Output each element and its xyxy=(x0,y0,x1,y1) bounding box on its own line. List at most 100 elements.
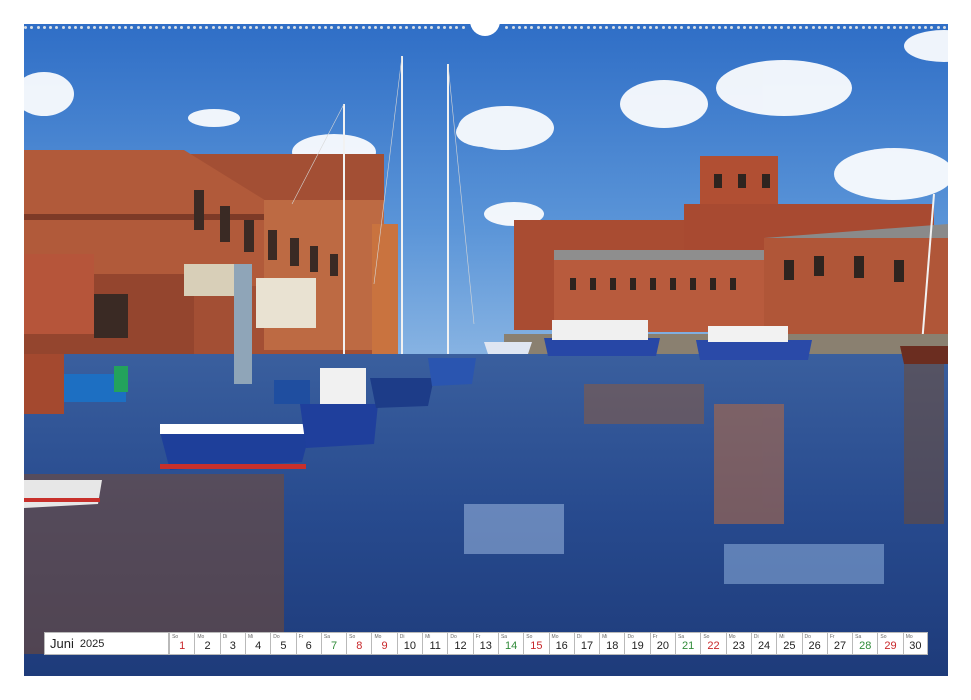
binding-dot xyxy=(730,26,734,29)
binding-dot xyxy=(649,26,652,29)
binding-dot xyxy=(417,26,421,29)
binding-dot xyxy=(849,26,852,29)
binding-dot xyxy=(542,26,546,29)
harbour-photo xyxy=(24,24,948,676)
day-cell: Sa 14 xyxy=(497,632,524,655)
binding-dot xyxy=(917,26,921,29)
binding-dot xyxy=(80,26,84,29)
binding-dot xyxy=(574,26,577,29)
day-number: 30 xyxy=(909,640,922,652)
day-cell: So 22 xyxy=(700,632,726,655)
binding-dot xyxy=(586,26,590,29)
day-cell: Di 3 xyxy=(219,632,245,655)
binding-dot xyxy=(55,26,59,29)
binding-dot xyxy=(367,26,371,29)
day-cell: Mi 11 xyxy=(422,632,448,655)
binding-dot xyxy=(767,26,771,29)
day-number: 12 xyxy=(454,640,467,652)
binding-dot xyxy=(567,26,571,29)
binding-dot xyxy=(205,26,209,29)
binding-dot xyxy=(592,26,596,29)
binding-dot xyxy=(117,26,121,29)
binding-dot xyxy=(686,26,690,29)
day-cell: Fr 27 xyxy=(826,632,853,655)
binding-dot xyxy=(230,26,234,29)
binding-dot xyxy=(749,26,752,29)
binding-dot xyxy=(692,26,696,29)
binding-dot xyxy=(342,26,346,29)
binding-dot xyxy=(942,26,946,29)
day-number: 29 xyxy=(884,640,897,652)
binding-dot xyxy=(805,26,809,29)
binding-dot xyxy=(624,26,627,29)
day-number: 2 xyxy=(204,640,211,652)
binding-dot xyxy=(655,26,659,29)
binding-dot xyxy=(867,26,871,29)
binding-dot xyxy=(261,26,265,29)
day-number: 11 xyxy=(429,640,441,652)
binding-dot xyxy=(242,26,246,29)
binding-dot xyxy=(405,26,409,29)
binding-dot xyxy=(24,26,27,29)
binding-dot xyxy=(199,26,202,29)
binding-dot xyxy=(536,26,540,29)
day-number: 28 xyxy=(859,640,872,652)
binding-dot xyxy=(786,26,790,29)
binding-dot xyxy=(299,26,302,29)
binding-dot xyxy=(705,26,709,29)
day-number: 25 xyxy=(783,640,796,652)
day-cell: Fr 13 xyxy=(472,632,498,655)
month-name: Juni xyxy=(50,636,74,651)
day-cell: Mo 23 xyxy=(725,632,751,655)
binding-dot xyxy=(30,26,34,29)
day-number: 17 xyxy=(580,640,594,652)
calendar-strip: Juni 2025 So 1 Mo 2 Di 3 Mi 4 Do 5 Fr 6 Sa 7 So 8 Mo 9 Di 1… xyxy=(44,632,928,655)
binding-dot xyxy=(280,26,284,29)
binding-dot xyxy=(755,26,759,29)
day-cell: Mo 30 xyxy=(902,632,928,655)
binding-dot xyxy=(661,26,665,29)
month-year: 2025 xyxy=(79,637,105,650)
day-cell: Do 12 xyxy=(447,632,473,655)
binding-dot xyxy=(799,26,802,29)
day-number: 1 xyxy=(179,640,186,652)
binding-dot xyxy=(936,26,940,29)
day-number: 4 xyxy=(255,640,262,652)
day-number: 21 xyxy=(682,640,695,652)
binding-dot xyxy=(211,26,215,29)
binding-dot xyxy=(892,26,896,29)
binding-dot xyxy=(911,26,915,29)
binding-dot xyxy=(180,26,184,29)
binding-dot xyxy=(92,26,96,29)
day-number: 5 xyxy=(280,640,287,652)
binding-dot xyxy=(167,26,171,29)
day-number: 3 xyxy=(229,640,236,652)
binding-dot xyxy=(636,26,640,29)
binding-dot xyxy=(549,26,552,29)
day-cell: Do 5 xyxy=(270,632,296,655)
binding-dot xyxy=(874,26,877,29)
binding-dot xyxy=(561,26,565,29)
day-cells: So 1 Mo 2 Di 3 Mi 4 Do 5 Fr 6 Sa 7 So 8 Mo 9 Di 10 Mi 11 Do 12 F… xyxy=(169,632,928,655)
day-cell: Mi 18 xyxy=(599,632,625,655)
binding-dot xyxy=(42,26,46,29)
binding-dot xyxy=(155,26,159,29)
day-number: 6 xyxy=(305,640,312,652)
binding-dot xyxy=(674,26,677,29)
binding-dot xyxy=(780,26,784,29)
binding-dot xyxy=(774,26,777,29)
binding-dot xyxy=(792,26,796,29)
binding-dot xyxy=(880,26,884,29)
binding-dot xyxy=(642,26,646,29)
binding-dot xyxy=(355,26,359,29)
binding-dot xyxy=(292,26,296,29)
binding-dot xyxy=(267,26,271,29)
binding-dot xyxy=(855,26,859,29)
binding-dot xyxy=(861,26,865,29)
binding-dot xyxy=(317,26,321,29)
day-number: 18 xyxy=(606,640,619,652)
binding-dot xyxy=(605,26,609,29)
binding-dot xyxy=(311,26,315,29)
binding-dot xyxy=(136,26,140,29)
binding-dot xyxy=(274,26,277,29)
